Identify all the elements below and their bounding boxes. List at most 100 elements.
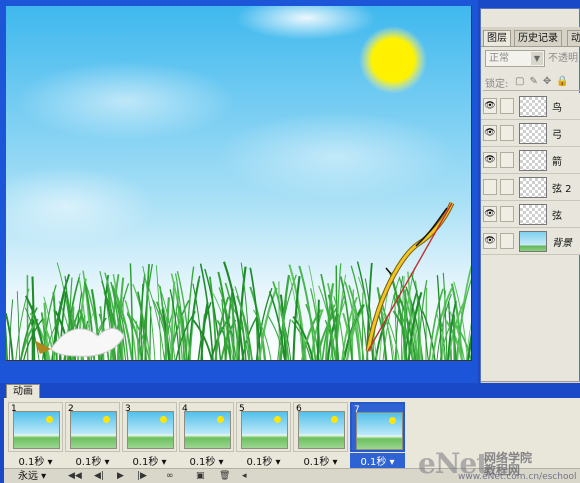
animation-frame[interactable]: 1 0.1秒 ▾	[8, 402, 63, 468]
blend-row: 正常 ▼ 不透明	[485, 50, 580, 68]
lock-label: 锁定:	[485, 79, 509, 90]
frame-delay-value: 0.1秒	[189, 457, 216, 468]
watermark-url: www.eNet.com.cn/eschool	[458, 472, 577, 482]
animation-frame[interactable]: 2 0.1秒 ▾	[65, 402, 120, 468]
frame-box: 7	[350, 402, 405, 452]
link-toggle[interactable]	[500, 98, 514, 114]
document-window	[0, 0, 478, 383]
frame-delay-value: 0.1秒	[303, 457, 330, 468]
frame-box: 3	[122, 402, 177, 452]
layer-row-bow[interactable]: 👁 弓	[481, 120, 580, 147]
tween-icon[interactable]: ∞	[166, 470, 174, 483]
layer-thumbnail	[519, 123, 547, 144]
grass-blade	[452, 314, 456, 360]
frame-delay[interactable]: 0.1秒 ▾	[65, 453, 120, 468]
sun-icon	[103, 416, 110, 423]
play-icon[interactable]: ▶	[117, 470, 124, 483]
prev-frame-icon[interactable]: ◀|	[94, 470, 104, 483]
link-toggle[interactable]	[500, 233, 514, 249]
blend-mode-value: 正常	[489, 53, 509, 64]
next-frame-icon[interactable]: |▶	[137, 470, 147, 483]
sun-icon	[160, 416, 167, 423]
link-toggle[interactable]	[500, 179, 514, 195]
sun-icon	[331, 416, 338, 423]
sun-icon	[46, 416, 53, 423]
frame-thumbnail	[13, 411, 60, 449]
opacity-label: 不透明	[548, 53, 578, 64]
link-toggle[interactable]	[500, 206, 514, 222]
watermark: eNet 网络学院 教程网 www.eNet.com.cn/eschool	[418, 447, 578, 482]
animation-frame[interactable]: 5 0.1秒 ▾	[236, 402, 291, 468]
layer-row-bird[interactable]: 👁 鸟	[481, 93, 580, 120]
lock-row: 锁定: ▢✎✥🔒	[483, 73, 580, 91]
tab-layers[interactable]: 图层	[483, 30, 511, 46]
sun-icon	[389, 417, 396, 424]
layer-thumbnail	[519, 231, 547, 252]
tab-animation[interactable]: 动画	[6, 384, 40, 398]
layer-row-background[interactable]: 👁 背景	[481, 228, 580, 255]
frame-delay-value: 0.1秒	[246, 457, 273, 468]
tab-history[interactable]: 历史记录	[514, 30, 562, 46]
frame-delay[interactable]: 0.1秒 ▾	[236, 453, 291, 468]
frame-delay[interactable]: 0.1秒 ▾	[122, 453, 177, 468]
grass-blade	[316, 299, 320, 360]
link-toggle[interactable]	[500, 125, 514, 141]
image-canvas[interactable]	[6, 6, 472, 361]
layer-row-string[interactable]: 👁 弦	[481, 201, 580, 228]
frame-delay[interactable]: 0.1秒 ▾	[8, 453, 63, 468]
layer-list: 👁 鸟 👁 弓 👁 箭 弦 2 👁 弦 👁 背景	[481, 93, 580, 255]
frame-delay-value: 0.1秒	[360, 457, 387, 468]
layer-thumbnail	[519, 177, 547, 198]
frame-thumbnail	[356, 412, 403, 450]
frame-delay-value: 0.1秒	[132, 457, 159, 468]
frame-thumbnail	[127, 411, 174, 449]
sun-icon	[217, 416, 224, 423]
tab-actions[interactable]: 动	[567, 30, 580, 46]
eye-icon[interactable]: 👁	[483, 206, 497, 222]
eye-icon[interactable]: 👁	[483, 125, 497, 141]
layer-thumbnail	[519, 204, 547, 225]
frame-thumbnail	[241, 411, 288, 449]
eye-icon[interactable]: 👁	[483, 233, 497, 249]
frame-thumbnail	[70, 411, 117, 449]
scroll-left-icon[interactable]: ◂	[242, 470, 247, 483]
layer-row-string-2[interactable]: 弦 2	[481, 174, 580, 201]
layer-thumbnail	[519, 96, 547, 117]
eye-icon[interactable]: 👁	[483, 152, 497, 168]
frame-box: 6	[293, 402, 348, 452]
link-toggle[interactable]	[500, 152, 514, 168]
eye-icon[interactable]: 👁	[483, 98, 497, 114]
lock-icons[interactable]: ▢✎✥🔒	[515, 76, 574, 87]
layers-panel: 图层 历史记录 动 正常 ▼ 不透明 锁定: ▢✎✥🔒 👁 鸟 👁 弓 👁 箭 …	[478, 0, 580, 398]
layer-name: 弓	[552, 130, 562, 141]
scene-illustration	[6, 6, 471, 360]
sun-icon	[274, 416, 281, 423]
layer-thumbnail	[519, 150, 547, 171]
animation-frame[interactable]: 3 0.1秒 ▾	[122, 402, 177, 468]
trash-icon[interactable]: 🗑	[219, 470, 230, 483]
panel-tabs: 图层 历史记录 动	[481, 27, 580, 47]
layer-name: 箭	[552, 157, 562, 168]
layer-name: 弦 2	[552, 184, 572, 195]
layer-name: 背景	[552, 238, 572, 249]
blend-mode-select[interactable]: 正常 ▼	[485, 50, 545, 67]
frame-thumbnail	[184, 411, 231, 449]
eye-toggle-hidden[interactable]	[483, 179, 497, 195]
frame-delay-value: 0.1秒	[75, 457, 102, 468]
frame-delay[interactable]: 0.1秒 ▾	[350, 453, 405, 468]
cloud	[216, 111, 456, 201]
first-frame-icon[interactable]: ◀◀	[68, 470, 82, 483]
frame-box: 4	[179, 402, 234, 452]
chevron-down-icon: ▼	[531, 52, 543, 65]
animation-frame[interactable]: 4 0.1秒 ▾	[179, 402, 234, 468]
frame-delay[interactable]: 0.1秒 ▾	[179, 453, 234, 468]
layer-row-arrow[interactable]: 👁 箭	[481, 147, 580, 174]
frame-delay[interactable]: 0.1秒 ▾	[293, 453, 348, 468]
layer-name: 弦	[552, 211, 562, 222]
duplicate-frame-icon[interactable]: ▣	[196, 470, 205, 483]
animation-frame-selected[interactable]: 7 0.1秒 ▾	[350, 402, 405, 468]
frame-thumbnail	[298, 411, 345, 449]
animation-frame[interactable]: 6 0.1秒 ▾	[293, 402, 348, 468]
loop-select[interactable]: 永远 ▾	[8, 470, 62, 483]
cloud	[16, 61, 236, 141]
